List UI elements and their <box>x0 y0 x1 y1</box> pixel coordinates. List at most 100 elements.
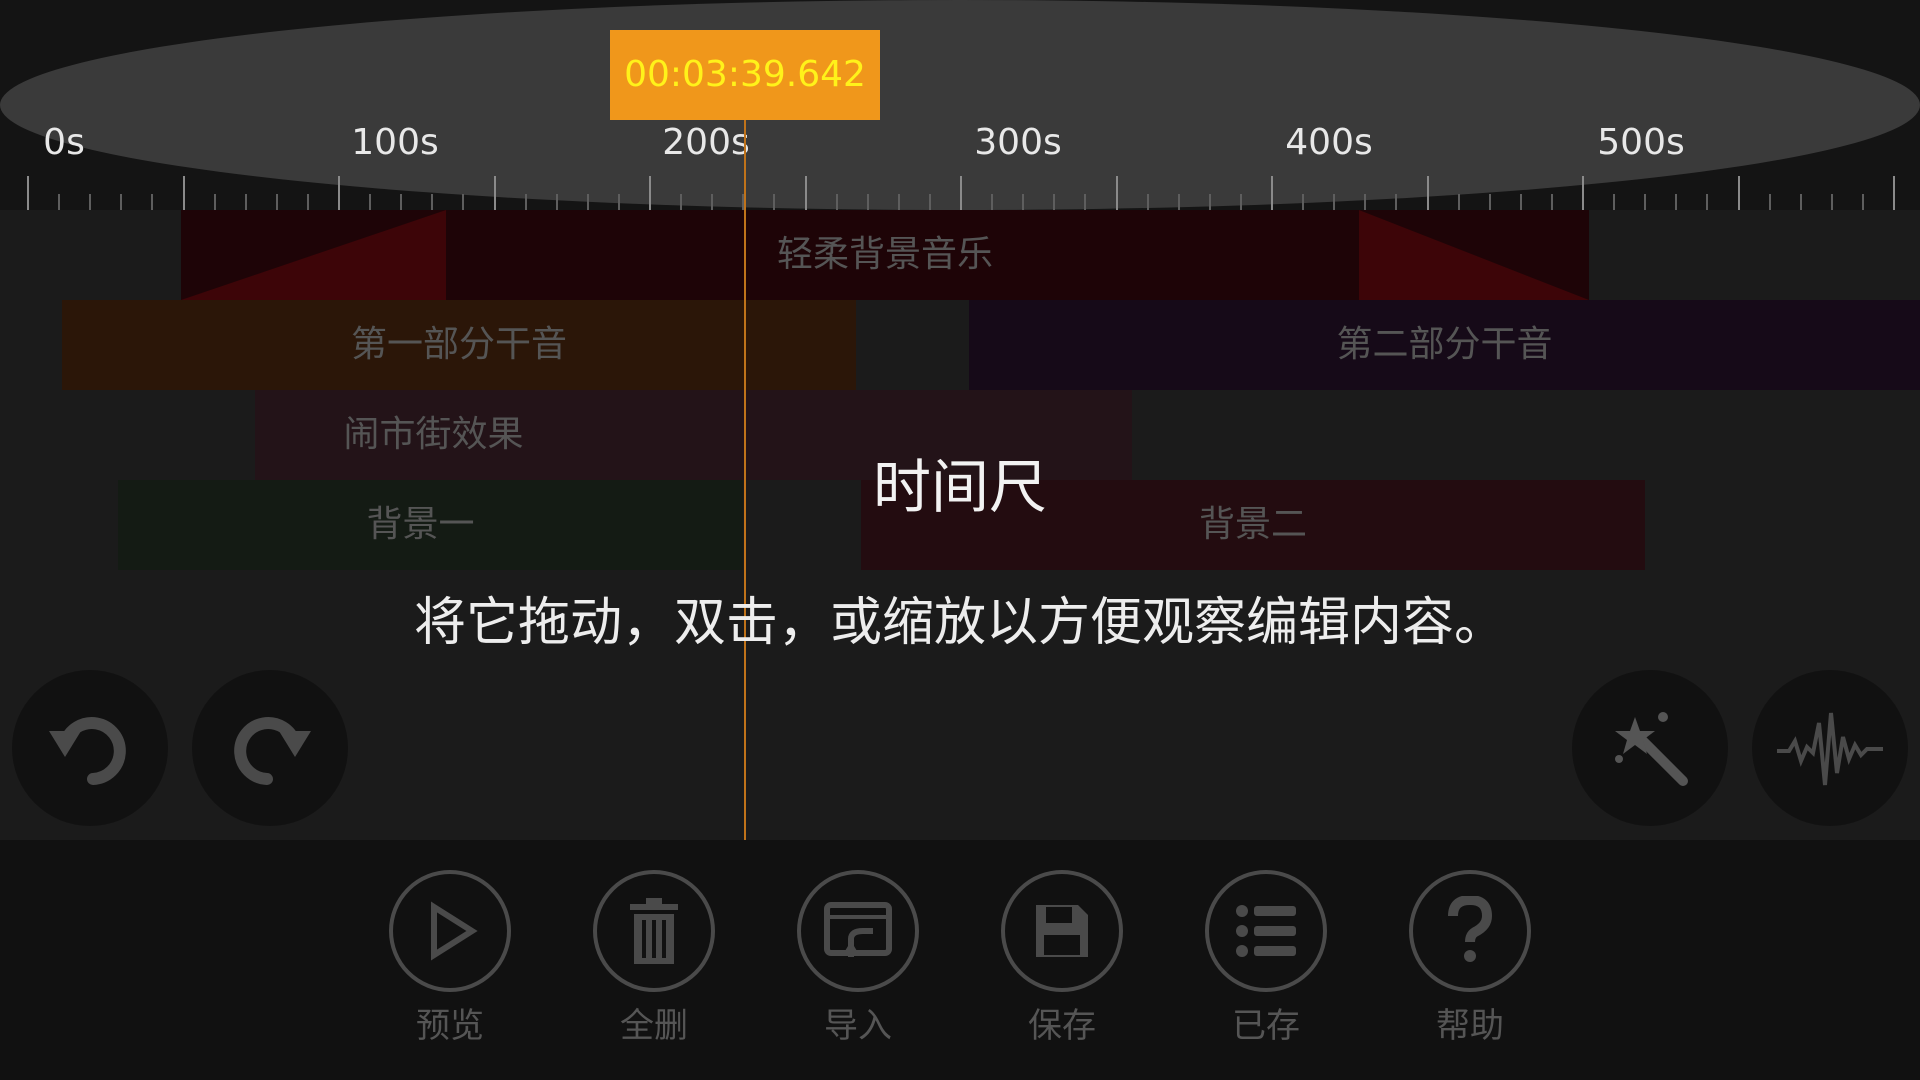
ruler-tick <box>1644 194 1647 210</box>
ruler-tick <box>804 176 807 210</box>
ruler-tick <box>866 194 869 210</box>
bottom-toolbar: 预览 全删 导入 保存 已存 帮助 <box>0 840 1920 1080</box>
saved-button[interactable]: 已存 <box>1166 870 1366 1060</box>
delete-all-label: 全删 <box>620 1006 688 1046</box>
ruler-tick <box>493 176 496 210</box>
floppy-disk-icon <box>1036 905 1088 957</box>
track-clip-voice2[interactable]: 第二部分干音 <box>969 300 1920 390</box>
ruler-tick <box>773 194 776 210</box>
ruler-tick <box>1022 194 1025 210</box>
ruler-tick <box>1084 194 1087 210</box>
ruler-tick <box>1488 194 1491 210</box>
ruler-tick <box>897 194 900 210</box>
help-label: 帮助 <box>1436 1006 1504 1046</box>
ruler-tick <box>1799 194 1802 210</box>
track-row-2: 第一部分干音 第二部分干音 <box>0 300 1920 390</box>
ruler-tick <box>1177 194 1180 210</box>
ruler-tick <box>213 194 216 210</box>
ruler-tick <box>1550 194 1553 210</box>
ruler-tick <box>555 194 558 210</box>
ruler-tick <box>680 194 683 210</box>
ruler-tick <box>306 194 309 210</box>
ruler-tick <box>400 194 403 210</box>
import-button[interactable]: 导入 <box>758 870 958 1060</box>
track-row-1: 轻柔背景音乐 <box>0 210 1920 300</box>
track-label-voice2: 第二部分干音 <box>1336 324 1553 365</box>
preview-button-ring <box>389 870 511 992</box>
help-button[interactable]: 帮助 <box>1370 870 1570 1060</box>
ruler-tick <box>1115 176 1118 210</box>
delete-all-button-ring <box>593 870 715 992</box>
ruler-tick <box>151 194 154 210</box>
play-icon <box>431 901 478 961</box>
current-time-badge: 00:03:39.642 <box>610 30 880 120</box>
ruler-tick <box>1706 194 1709 210</box>
ruler-tick <box>120 194 123 210</box>
track-clip-music[interactable]: 轻柔背景音乐 <box>181 210 1589 300</box>
redo-button[interactable] <box>192 670 348 826</box>
ruler-tick <box>1519 194 1522 210</box>
import-icon <box>824 902 892 957</box>
import-button-ring <box>797 870 919 992</box>
waveform-button[interactable] <box>1752 670 1908 826</box>
redo-icon <box>234 717 311 785</box>
ruler-tick <box>960 176 962 210</box>
help-button-ring <box>1409 870 1531 992</box>
ruler-tick <box>1271 176 1273 210</box>
ruler-tick <box>1737 176 1740 210</box>
ruler-tick <box>1675 194 1678 210</box>
track-label-voice1: 第一部分干音 <box>350 324 567 365</box>
undo-button[interactable] <box>12 670 168 826</box>
ruler-tick <box>275 194 278 210</box>
ruler-tick <box>1333 194 1336 210</box>
track-clip-voice1[interactable]: 第一部分干音 <box>62 300 856 390</box>
magic-wand-icon <box>1615 712 1688 786</box>
ruler-tick <box>431 194 434 210</box>
import-label: 导入 <box>824 1006 892 1046</box>
tick-label-200s: 200s <box>662 122 750 163</box>
trash-icon <box>630 898 678 964</box>
ruler-tick <box>1364 194 1367 210</box>
ruler-tick <box>649 176 651 210</box>
saved-button-ring <box>1205 870 1327 992</box>
track-label-music: 轻柔背景音乐 <box>776 234 993 275</box>
ruler-tick <box>524 194 527 210</box>
ruler-tick <box>1768 194 1771 210</box>
ruler-tick <box>58 194 61 210</box>
fade-out-shape <box>1359 210 1589 300</box>
ruler-tick <box>617 194 620 210</box>
ruler-tick <box>338 176 340 210</box>
save-label: 保存 <box>1028 1006 1096 1046</box>
ruler-tick <box>27 176 29 210</box>
fade-in-shape <box>181 210 446 300</box>
ruler-tick <box>1613 194 1616 210</box>
ruler-tick <box>462 194 465 210</box>
ruler-tick <box>1053 194 1056 210</box>
question-mark-icon <box>1448 896 1493 962</box>
ruler-tick <box>711 194 714 210</box>
ruler-tick <box>1861 194 1864 210</box>
ruler-tick <box>1146 194 1149 210</box>
ruler-tick <box>991 194 994 210</box>
ruler-tick <box>1208 194 1211 210</box>
save-button[interactable]: 保存 <box>962 870 1162 1060</box>
delete-all-button[interactable]: 全删 <box>554 870 754 1060</box>
tutorial-title: 时间尺 <box>872 453 1047 521</box>
magic-button[interactable] <box>1572 670 1728 826</box>
ruler-tick <box>1426 176 1429 210</box>
ruler-tick <box>1893 176 1895 210</box>
ruler-tick <box>1302 194 1305 210</box>
list-icon <box>1236 905 1296 957</box>
saved-label: 已存 <box>1232 1006 1300 1046</box>
ruler-tick <box>1395 194 1398 210</box>
ruler-tick <box>89 194 92 210</box>
tick-label-300s: 300s <box>974 122 1062 163</box>
ruler-tick <box>182 176 185 210</box>
ruler-tick <box>1457 194 1460 210</box>
ruler-tick <box>1239 194 1242 210</box>
preview-button[interactable]: 预览 <box>350 870 550 1060</box>
ruler-tick <box>835 194 838 210</box>
time-ruler[interactable]: 0s 100s 200s 300s 400s 500s <box>0 0 1920 210</box>
ruler-tick <box>586 194 589 210</box>
ruler-tick <box>244 194 247 210</box>
